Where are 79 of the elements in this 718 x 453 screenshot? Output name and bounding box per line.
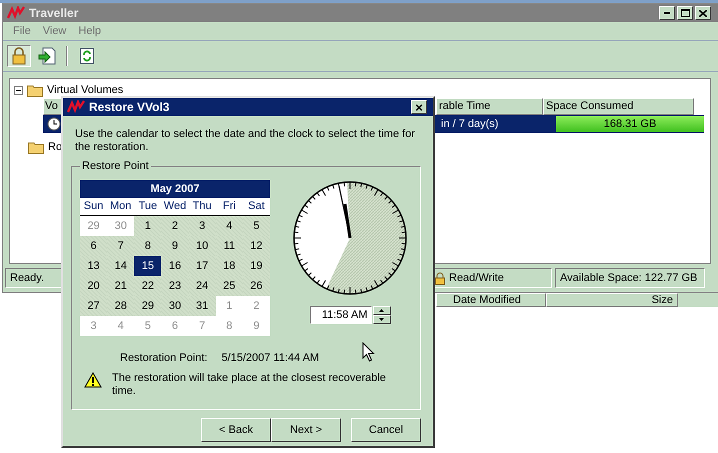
weekday-label: Thu [192, 199, 213, 214]
logo-icon [7, 6, 25, 20]
down-arrow-icon [379, 318, 384, 321]
calendar-day[interactable]: 11 [216, 236, 243, 256]
calendar-day[interactable]: 23 [161, 276, 189, 296]
status-pane: Available Space: 122.77 GB [555, 268, 705, 288]
calendar-day[interactable]: 8 [134, 236, 162, 256]
calendar-day[interactable]: 20 [80, 276, 108, 296]
group-label: Restore Point [81, 160, 150, 172]
clock-icon [47, 117, 61, 131]
column-header[interactable]: Size [546, 293, 678, 307]
refresh-icon [80, 48, 94, 64]
column-header[interactable]: Date Modified [436, 293, 546, 307]
weekday-label: Sat [247, 199, 266, 214]
weekday-label: Tue [138, 199, 158, 214]
weekday-label: Wed [162, 199, 188, 214]
table-cell-text: in / 7 day(s) [440, 117, 500, 131]
dialog-title: Restore VVol3 [89, 100, 170, 114]
time-field[interactable]: 11:58 AM [310, 306, 372, 324]
tree-item[interactable]: Virtual Volumes [47, 84, 124, 96]
calendar-day[interactable]: 30 [161, 296, 189, 316]
calendar-day[interactable]: 19 [242, 256, 270, 276]
calendar-month[interactable]: May 2007 [80, 180, 270, 198]
restoration-label: Restoration Point: [120, 352, 208, 364]
calendar-day[interactable]: 6 [80, 236, 108, 256]
weekday-label: Mon [109, 199, 132, 214]
folder-icon [28, 140, 44, 154]
calendar-day[interactable]: 4 [216, 216, 243, 236]
close-button[interactable]: × [411, 100, 427, 114]
maximize-icon [680, 9, 690, 17]
calendar-day[interactable]: 7 [107, 236, 134, 256]
weekday-label: Sun [82, 199, 104, 214]
calendar-day[interactable]: 22 [134, 276, 162, 296]
calendar-day[interactable]: 27 [80, 296, 108, 316]
weekday-label: Fri [222, 199, 237, 214]
dialog-button[interactable]: Cancel [351, 418, 421, 442]
usage-bar: 168.31 GB [556, 116, 704, 132]
calendar-day[interactable]: 25 [216, 276, 243, 296]
calendar-day[interactable]: 2 [161, 216, 189, 236]
calendar-day[interactable]: 1 [134, 216, 162, 236]
padlock-icon [12, 47, 26, 65]
calendar-day[interactable]: 17 [188, 256, 216, 276]
calendar-day[interactable]: 13 [80, 256, 108, 276]
calendar-day[interactable]: 18 [216, 256, 243, 276]
calendar-day[interactable]: 16 [161, 256, 189, 276]
collapse-icon[interactable] [14, 86, 23, 94]
mouse-cursor-icon [362, 342, 375, 362]
column-header[interactable]: rable Time [436, 98, 543, 115]
instruction-text: Use the calendar to select the date and the clock to select the time for the restoration. [75, 128, 416, 154]
calendar-day[interactable]: 3 [188, 216, 216, 236]
calendar-day[interactable]: 24 [188, 276, 216, 296]
close-icon [699, 10, 707, 16]
window-title: Traveller [29, 6, 80, 20]
lock-icon [435, 272, 445, 284]
calendar-day[interactable]: 26 [242, 276, 270, 296]
spin-up-button[interactable] [372, 306, 390, 315]
dialog-button[interactable]: < Back [201, 418, 271, 442]
spin-down-button[interactable] [372, 315, 390, 324]
minimize-icon [664, 12, 670, 14]
warning-text: The restoration will take place at the closest recoverable time. [112, 372, 387, 398]
calendar-day[interactable]: 12 [242, 236, 270, 256]
calendar-day[interactable]: 5 [242, 216, 270, 236]
calendar-day[interactable]: 29 [134, 296, 162, 316]
document-arrow-icon [38, 47, 56, 65]
column-header[interactable]: Space Consumed [543, 98, 694, 115]
calendar-day[interactable]: 9 [161, 236, 189, 256]
calendar-day[interactable]: 15 [134, 256, 162, 276]
restoration-value: 5/15/2007 11:44 AM [221, 352, 320, 364]
calendar-day[interactable]: 21 [107, 276, 134, 296]
calendar-day[interactable]: 31 [188, 296, 216, 316]
toolbar-button[interactable] [7, 45, 31, 67]
up-arrow-icon [379, 309, 384, 312]
warning-icon [84, 372, 102, 388]
calendar-day[interactable]: 10 [188, 236, 216, 256]
folder-icon [27, 84, 43, 96]
dialog-button[interactable]: Next > [271, 418, 341, 442]
calendar-day[interactable]: 28 [107, 296, 134, 316]
calendar-day[interactable]: 14 [107, 256, 134, 276]
logo-icon [67, 100, 85, 114]
